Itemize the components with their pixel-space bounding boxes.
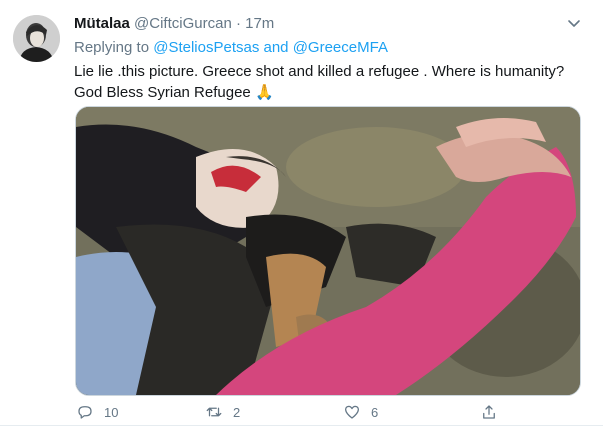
- mention-link-1[interactable]: @SteliosPetsas: [153, 39, 259, 56]
- tweet-timestamp[interactable]: 17m: [245, 15, 274, 32]
- author-handle[interactable]: @CiftciGurcan: [134, 15, 232, 32]
- praying-hands-emoji: 🙏: [254, 84, 274, 101]
- more-options-button[interactable]: [566, 15, 582, 31]
- retweet-icon: [206, 407, 222, 417]
- reply-button[interactable]: 10: [76, 400, 118, 424]
- chevron-down-icon: [568, 20, 580, 27]
- mention-link-2[interactable]: @GreeceMFA: [293, 39, 388, 56]
- share-icon: [483, 405, 495, 419]
- tweet-text-line-2: God Bless Syrian Refugee 🙏: [74, 82, 584, 103]
- retweet-count: 2: [233, 404, 241, 420]
- tweet-text-line-2-text: God Bless Syrian Refugee: [74, 84, 251, 101]
- like-button[interactable]: 6: [343, 400, 378, 424]
- reply-context: Replying to @SteliosPetsas and @GreeceMF…: [74, 38, 388, 58]
- tweet-header: Mütalaa @CiftciGurcan · 17m: [74, 14, 274, 34]
- reply-conjunction: and: [263, 39, 289, 56]
- tweet-card[interactable]: Mütalaa @CiftciGurcan · 17m Replying to …: [0, 0, 603, 426]
- tweet-text: Lie lie .this picture. Greece shot and k…: [74, 61, 584, 103]
- tweet-text-line-1: Lie lie .this picture. Greece shot and k…: [74, 63, 565, 80]
- tweet-media[interactable]: [75, 106, 581, 396]
- meta-separator: ·: [235, 15, 241, 32]
- author-name[interactable]: Mütalaa: [74, 15, 130, 32]
- video-still-image: [76, 107, 580, 395]
- share-button[interactable]: [480, 400, 508, 424]
- reply-count: 10: [104, 404, 119, 420]
- avatar-photo: [13, 15, 60, 62]
- author-avatar[interactable]: [13, 15, 60, 62]
- tweet-actions: 10 2 6: [74, 400, 514, 424]
- like-count: 6: [371, 404, 379, 420]
- retweet-button[interactable]: 2: [205, 400, 240, 424]
- reply-icon: [78, 406, 92, 419]
- reply-prefix: Replying to: [74, 39, 150, 56]
- heart-icon: [344, 405, 360, 419]
